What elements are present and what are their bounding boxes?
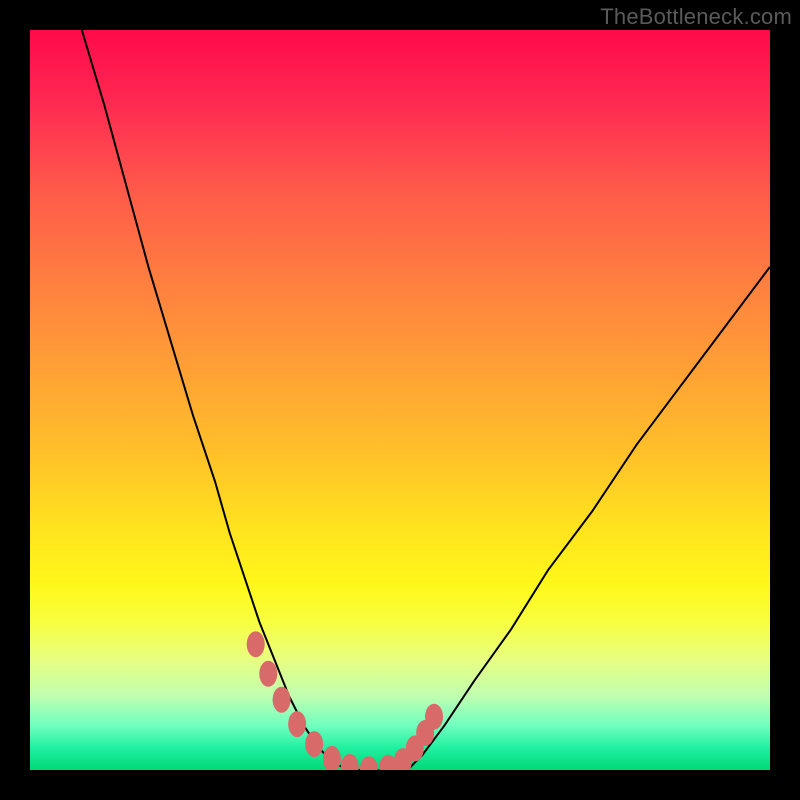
marker-point	[425, 704, 443, 730]
watermark-text: TheBottleneck.com	[600, 4, 792, 30]
marker-point	[341, 754, 359, 770]
marker-point	[323, 746, 341, 770]
curve-right-branch	[407, 267, 770, 770]
chart-svg	[30, 30, 770, 770]
marker-point	[288, 711, 306, 737]
marker-point	[305, 731, 323, 757]
curve-left-branch	[82, 30, 348, 770]
marker-group	[247, 631, 443, 770]
marker-point	[247, 631, 265, 657]
chart-container	[30, 30, 770, 770]
marker-point	[259, 661, 277, 687]
marker-point	[273, 687, 291, 713]
marker-point	[360, 756, 378, 770]
